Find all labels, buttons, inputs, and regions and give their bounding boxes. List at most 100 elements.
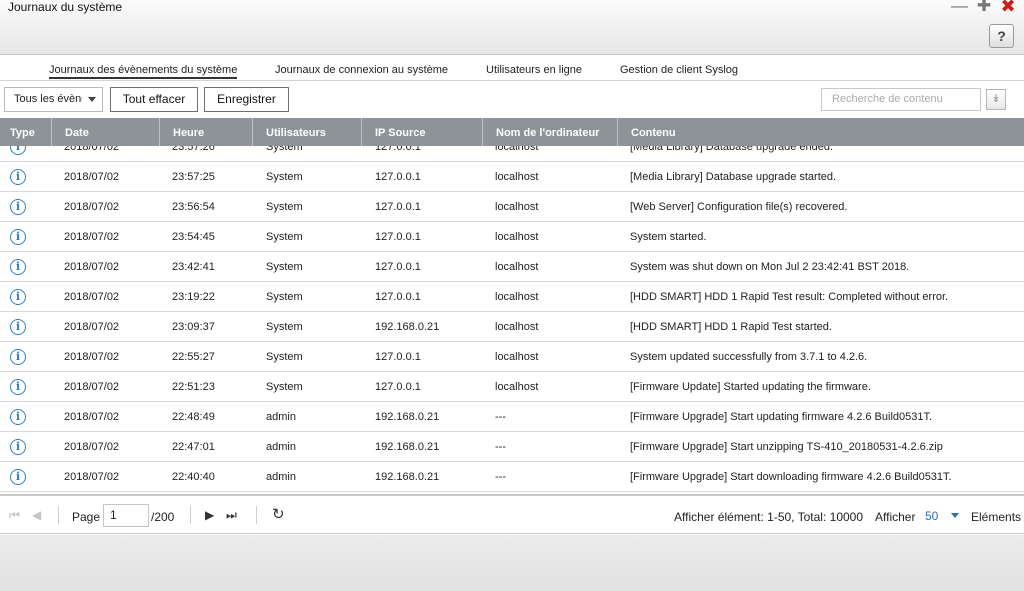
table-row[interactable]: i 2018/07/02 22:55:27 System 127.0.0.1 l…	[0, 342, 1024, 372]
cell-ip: 127.0.0.1	[375, 231, 421, 243]
cell-host: localhost	[495, 351, 539, 363]
info-icon: i	[10, 319, 26, 335]
cell-date: 2018/07/02	[64, 291, 120, 303]
cell-ip: 127.0.0.1	[375, 351, 421, 363]
info-icon: i	[10, 469, 26, 485]
cell-content: [Firmware Upgrade] Start updating firmwa…	[630, 411, 933, 423]
page-size-select[interactable]: 50	[925, 509, 938, 523]
cell-time: 22:47:01	[172, 441, 215, 453]
table-row[interactable]: i 2018/07/02 22:47:01 admin 192.168.0.21…	[0, 432, 1024, 462]
cell-time: 23:19:22	[172, 291, 215, 303]
cell-user: admin	[266, 441, 296, 453]
cell-content: System started.	[630, 231, 707, 243]
cell-ip: 192.168.0.21	[375, 411, 440, 423]
column-header-time[interactable]: Heure	[160, 118, 253, 146]
tab-online-users[interactable]: Utilisateurs en ligne	[486, 64, 582, 76]
tab-system-connections[interactable]: Journaux de connexion au système	[275, 64, 448, 76]
tab-system-events[interactable]: Journaux des évènements du système	[49, 64, 238, 79]
cell-ip: 192.168.0.21	[375, 441, 440, 453]
tab-syslog-client[interactable]: Gestion de client Syslog	[620, 64, 738, 76]
search-input[interactable]: Recherche de contenu	[821, 88, 981, 111]
table-row[interactable]: i 2018/07/02 23:42:41 System 127.0.0.1 l…	[0, 252, 1024, 282]
cell-date: 2018/07/02	[64, 171, 120, 183]
window-titlebar: Journaux du système — ✚ ✖ ?	[0, 0, 1024, 55]
cell-content: [Media Library] Database upgrade ended.	[630, 146, 834, 153]
last-page-icon[interactable]: ⏭	[226, 508, 237, 523]
cell-ip: 127.0.0.1	[375, 171, 421, 183]
table-row[interactable]: i 2018/07/02 22:40:40 admin 192.168.0.21…	[0, 462, 1024, 492]
info-icon: i	[10, 169, 26, 185]
clear-all-button[interactable]: Tout effacer	[110, 87, 198, 112]
toolbar: Tous les évènements Tout effacer Enregis…	[0, 81, 1024, 118]
cell-date: 2018/07/02	[64, 471, 120, 483]
items-label: Eléments	[971, 510, 1022, 524]
cell-date: 2018/07/02	[64, 261, 120, 273]
cell-user: System	[266, 291, 303, 303]
window-title: Journaux du système	[8, 0, 123, 14]
divider	[256, 506, 257, 524]
close-icon[interactable]: ✖	[1000, 0, 1016, 15]
info-icon: i	[10, 146, 26, 155]
cell-ip: 127.0.0.1	[375, 261, 421, 273]
cell-host: localhost	[495, 261, 539, 273]
info-icon: i	[10, 349, 26, 365]
cell-content: [Media Library] Database upgrade started…	[630, 171, 837, 183]
cell-host: localhost	[495, 381, 539, 393]
page-number-input[interactable]: 1	[103, 504, 149, 527]
table-row[interactable]: i 2018/07/02 23:54:45 System 127.0.0.1 l…	[0, 222, 1024, 252]
cell-content: [Firmware Upgrade] Start unzipping TS-41…	[630, 441, 943, 453]
cell-host: ---	[495, 411, 506, 423]
table-row[interactable]: i 2018/07/02 23:56:54 System 127.0.0.1 l…	[0, 192, 1024, 222]
cell-user: System	[266, 231, 303, 243]
table-row[interactable]: i 2018/07/02 23:09:37 System 192.168.0.2…	[0, 312, 1024, 342]
minimize-icon[interactable]: —	[951, 0, 968, 14]
cell-date: 2018/07/02	[64, 146, 120, 153]
cell-content: [Web Server] Configuration file(s) recov…	[630, 201, 848, 213]
save-button[interactable]: Enregistrer	[204, 87, 289, 112]
divider	[58, 506, 59, 524]
cell-user: System	[266, 381, 303, 393]
divider	[190, 506, 191, 524]
cell-content: [Firmware Upgrade] Start downloading fir…	[630, 471, 952, 483]
table-body[interactable]: i 2018/07/02 23:57:26 System 127.0.0.1 l…	[0, 146, 1024, 496]
column-header-ip[interactable]: IP Source	[362, 118, 483, 146]
plus-icon[interactable]: ✚	[976, 0, 992, 14]
show-label: Afficher	[875, 510, 916, 524]
cell-time: 22:48:49	[172, 411, 215, 423]
help-button[interactable]: ?	[989, 24, 1014, 48]
cell-ip: 127.0.0.1	[375, 146, 421, 153]
table-row[interactable]: i 2018/07/02 22:48:49 admin 192.168.0.21…	[0, 402, 1024, 432]
cell-user: admin	[266, 411, 296, 423]
column-header-date[interactable]: Date	[52, 118, 160, 146]
cell-time: 22:55:27	[172, 351, 215, 363]
cell-user: System	[266, 171, 303, 183]
cell-time: 22:40:40	[172, 471, 215, 483]
column-header-content[interactable]: Contenu	[618, 118, 1024, 146]
cell-date: 2018/07/02	[64, 351, 120, 363]
cell-ip: 192.168.0.21	[375, 321, 440, 333]
column-header-host[interactable]: Nom de l'ordinateur	[483, 118, 618, 146]
cell-time: 23:57:26	[172, 146, 215, 153]
table-row[interactable]: i 2018/07/02 22:51:23 System 127.0.0.1 l…	[0, 372, 1024, 402]
cell-date: 2018/07/02	[64, 201, 120, 213]
chevron-down-icon	[88, 97, 96, 102]
first-page-icon[interactable]: ⏮	[9, 508, 20, 523]
info-icon: i	[10, 259, 26, 275]
chevron-down-icon[interactable]	[951, 513, 959, 518]
event-filter-value: Tous les évènements	[14, 93, 82, 105]
table-row[interactable]: i 2018/07/02 23:19:22 System 127.0.0.1 l…	[0, 282, 1024, 312]
prev-page-icon[interactable]: ◀	[32, 508, 41, 522]
cell-date: 2018/07/02	[64, 381, 120, 393]
event-filter-select[interactable]: Tous les évènements	[4, 87, 103, 112]
table-row[interactable]: i 2018/07/02 23:57:26 System 127.0.0.1 l…	[0, 146, 1024, 162]
cell-time: 23:56:54	[172, 201, 215, 213]
column-header-type[interactable]: Type	[0, 118, 52, 146]
cell-user: System	[266, 146, 303, 153]
refresh-icon[interactable]: ↻	[272, 505, 285, 523]
double-chevron-down-icon[interactable]: ↡	[986, 89, 1006, 110]
total-pages: /200	[151, 510, 175, 524]
footer-area	[0, 535, 1024, 591]
table-row[interactable]: i 2018/07/02 23:57:25 System 127.0.0.1 l…	[0, 162, 1024, 192]
next-page-icon[interactable]: ▶	[205, 508, 214, 522]
column-header-user[interactable]: Utilisateurs	[253, 118, 362, 146]
